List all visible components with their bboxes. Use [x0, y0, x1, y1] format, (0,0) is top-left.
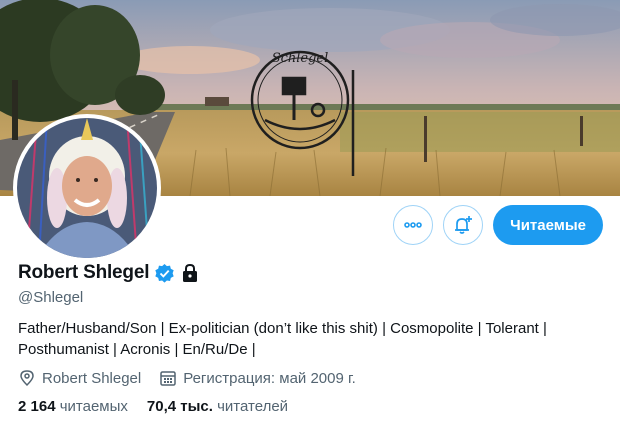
- profile-meta: Robert Shlegel Регистрация: май 2009 г.: [18, 369, 356, 387]
- location-text: Robert Shlegel: [42, 369, 142, 387]
- location-pin-icon: [20, 370, 34, 387]
- verified-badge-icon[interactable]: [154, 263, 175, 284]
- profile-actions: Читаемые: [393, 205, 603, 245]
- lock-icon: [183, 263, 198, 282]
- followers-label: читателей: [217, 398, 289, 415]
- profile-avatar[interactable]: [13, 114, 161, 262]
- following-link[interactable]: 2 164 читаемых: [18, 398, 128, 415]
- profile-name-row: Robert Shlegel: [18, 262, 200, 284]
- profile-stats: 2 164 читаемых 70,4 тыс. читателей: [18, 398, 288, 415]
- following-button[interactable]: Читаемые: [493, 205, 603, 245]
- followed-by-avatars: [18, 422, 68, 428]
- following-count: 2 164: [18, 398, 56, 415]
- bell-plus-icon: [455, 216, 473, 234]
- followers-link[interactable]: 70,4 тыс. читателей: [147, 398, 288, 415]
- avatar-photo: [17, 118, 157, 258]
- following-label: читаемых: [59, 398, 128, 415]
- joined-date: Регистрация: май 2009 г.: [183, 369, 356, 387]
- display-name: Robert Shlegel: [18, 262, 150, 283]
- user-handle: @Shlegel: [18, 289, 84, 306]
- followers-count: 70,4 тыс.: [146, 398, 213, 415]
- calendar-icon: [160, 371, 176, 386]
- bio-line: Father/Husband/Son | Ex-politician (don’…: [18, 320, 547, 337]
- more-options-button[interactable]: [393, 205, 434, 245]
- profile-bio: Father/Husband/Son | Ex-politician (don’…: [18, 318, 608, 360]
- notifications-button[interactable]: [443, 205, 484, 245]
- ellipsis-icon: [404, 222, 422, 228]
- sign-text: Schlegel: [272, 51, 329, 66]
- bio-line: Posthumanist | Acronis | En/Ru/De |: [18, 341, 256, 358]
